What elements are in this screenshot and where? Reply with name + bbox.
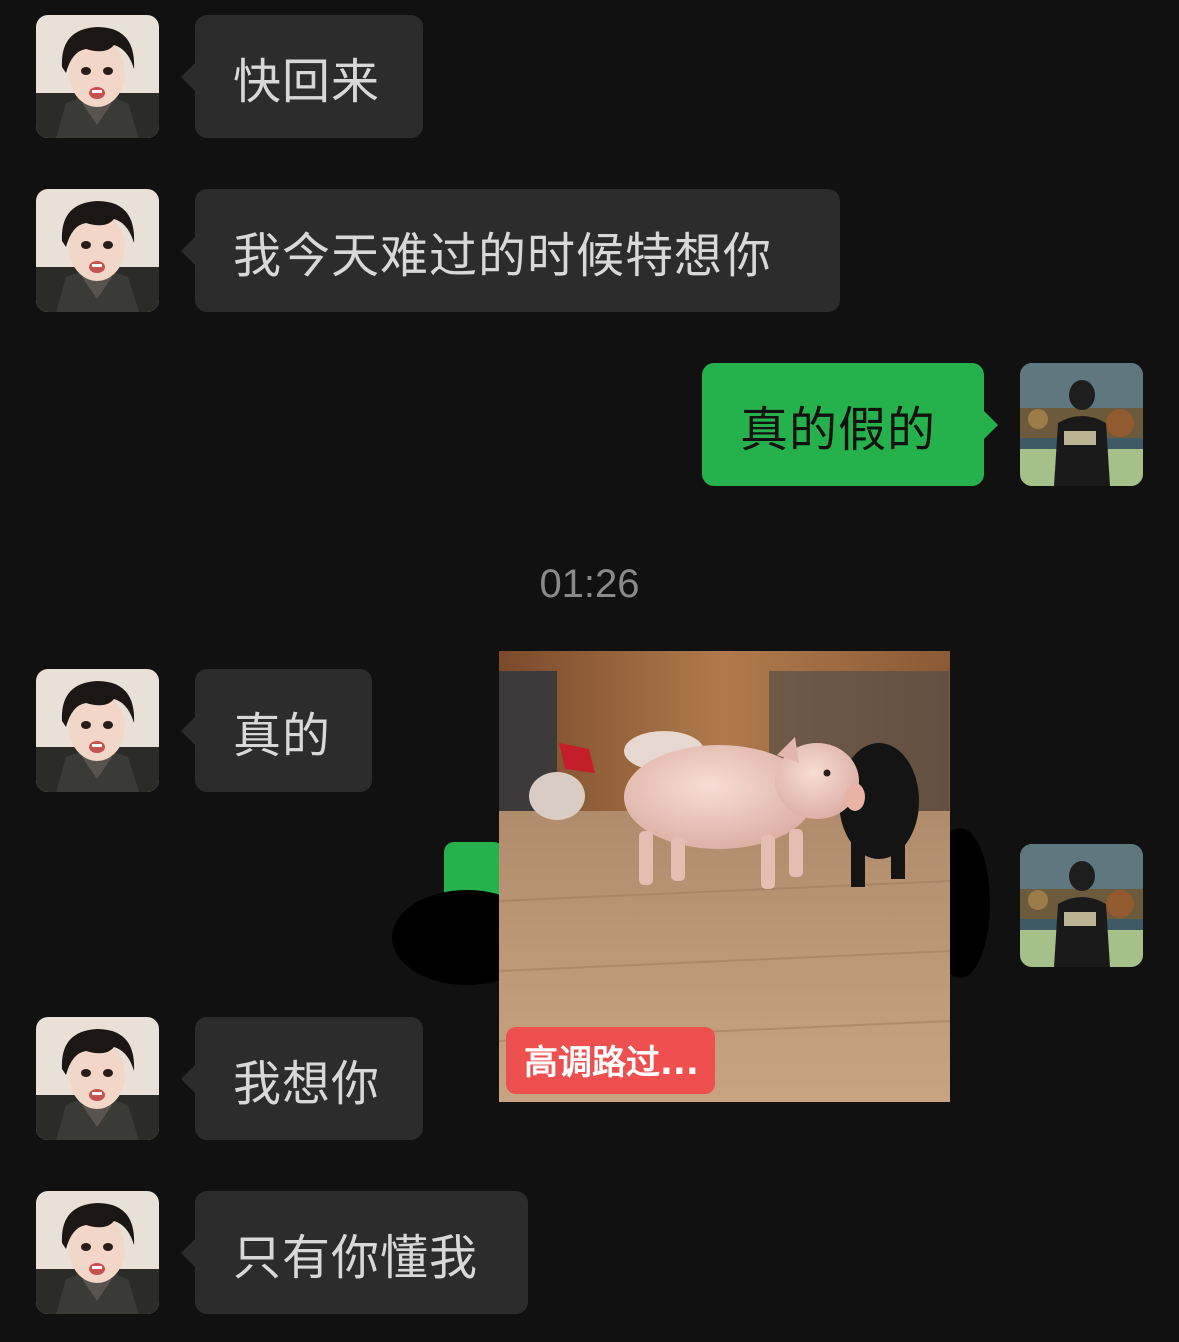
contact-avatar-icon[interactable] [36, 1191, 159, 1314]
contact-avatar-icon[interactable] [36, 1017, 159, 1140]
message-bubble-outgoing[interactable]: 真的假的 [702, 363, 998, 486]
message-text: 我想你 [233, 1055, 381, 1112]
message-bubble[interactable]: 快回来 [181, 15, 423, 138]
message-bubble[interactable]: 我想你 [181, 1017, 423, 1140]
message-text: 我今天难过的时候特想你 [233, 227, 773, 284]
sticker-caption: 高调路过... [506, 1027, 715, 1094]
message-bubble[interactable]: 只有你懂我 [181, 1191, 528, 1314]
contact-avatar-icon[interactable] [36, 189, 159, 312]
message-text: 真的假的 [740, 401, 937, 458]
message-bubble[interactable]: 真的 [181, 669, 372, 792]
message-bubble[interactable]: 我今天难过的时候特想你 [181, 189, 840, 312]
contact-avatar-icon[interactable] [36, 15, 159, 138]
sticker-image[interactable]: 高调路过... [499, 651, 950, 1102]
chat-thread[interactable]: 快回来 我今天难过的时候特想你 真的假的 01:26 真的 高调路过... 我想… [0, 0, 1179, 1342]
message-text: 只有你懂我 [233, 1229, 479, 1286]
contact-avatar-icon[interactable] [36, 669, 159, 792]
self-avatar-icon[interactable] [1020, 844, 1143, 967]
message-text: 真的 [233, 707, 332, 764]
timestamp: 01:26 [539, 562, 640, 606]
self-avatar-icon[interactable] [1020, 363, 1143, 486]
message-text: 快回来 [233, 53, 381, 110]
